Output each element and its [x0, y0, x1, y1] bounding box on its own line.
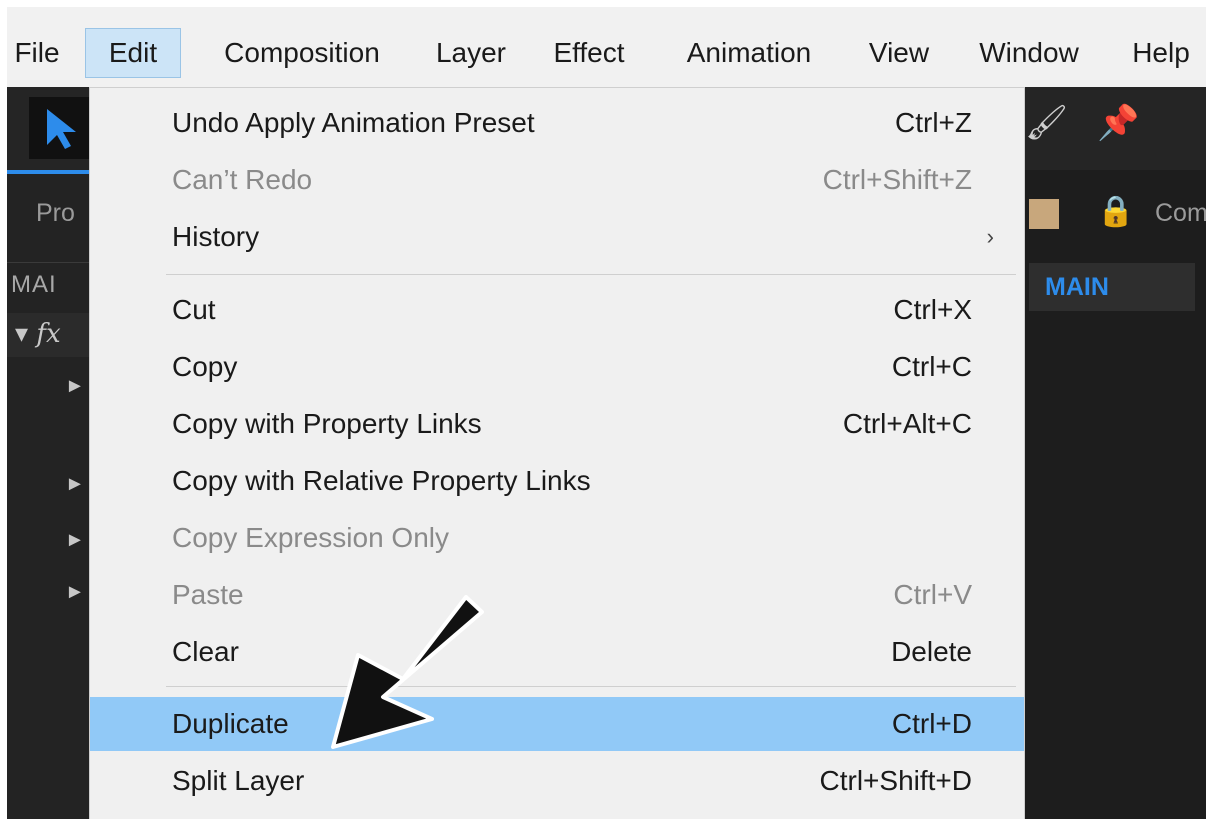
- menu-item-copy-expression-only: Copy Expression Only: [90, 511, 1024, 565]
- shortcut-text: Ctrl+X: [893, 294, 972, 325]
- menu-item-label: Copy with Relative Property Links: [172, 465, 591, 496]
- menu-item-paste: Paste Ctrl+V: [90, 568, 1024, 622]
- shortcut-text: Ctrl+V: [893, 579, 972, 610]
- menu-composition[interactable]: Composition: [191, 28, 413, 78]
- menu-item-label: History: [172, 221, 260, 252]
- menu-item-redo: Can’t Redo Ctrl+Shift+Z: [90, 153, 1024, 207]
- menu-layer[interactable]: Layer: [419, 28, 523, 78]
- menu-help[interactable]: Help: [1113, 28, 1206, 78]
- menu-item-label: Split Layer: [172, 765, 305, 796]
- tab-main-label: MAIN: [1045, 273, 1109, 301]
- shortcut-text: Ctrl+Z: [895, 107, 972, 138]
- app-window: File Edit Composition Layer Effect Anima…: [7, 7, 1206, 819]
- menu-edit[interactable]: Edit: [85, 28, 181, 78]
- menu-item-undo[interactable]: Undo Apply Animation Preset Ctrl+Z: [90, 96, 1024, 150]
- panel-tab-indicator: [7, 170, 97, 174]
- tab-project[interactable]: Pro: [36, 199, 75, 228]
- menu-item-split-layer[interactable]: Split Layer Ctrl+Shift+D: [90, 754, 1024, 808]
- shortcut-text: Ctrl+Shift+Z: [822, 164, 972, 195]
- menu-effect[interactable]: Effect: [531, 28, 647, 78]
- expand-triangle-icon[interactable]: ►: [65, 375, 85, 398]
- menu-item-history[interactable]: History ›: [90, 210, 1024, 264]
- menu-item-copy-property-links[interactable]: Copy with Property Links Ctrl+Alt+C: [90, 397, 1024, 451]
- shortcut-text: Ctrl+C: [891, 351, 972, 382]
- menu-item-label: Undo Apply Animation Preset: [172, 107, 535, 138]
- menu-item-label: Copy Expression Only: [172, 522, 450, 553]
- chevron-right-icon: ›: [986, 224, 994, 249]
- shortcut-text: Delete: [891, 636, 972, 667]
- menu-item-cut[interactable]: Cut Ctrl+X: [90, 283, 1024, 337]
- menu-separator: [166, 274, 1016, 275]
- menu-view[interactable]: View: [849, 28, 949, 78]
- composition-name-left: MAI: [11, 271, 57, 298]
- menu-item-copy-relative-property-links[interactable]: Copy with Relative Property Links: [90, 454, 1024, 508]
- shortcut-text: Ctrl+Alt+C: [842, 408, 972, 439]
- menu-separator: [166, 686, 1016, 687]
- divider: [7, 262, 97, 263]
- selection-arrow-icon: [47, 109, 76, 149]
- shortcut-text: Ctrl+Shift+D: [819, 765, 973, 796]
- menu-item-clear[interactable]: Clear Delete: [90, 625, 1024, 679]
- puppet-pin-icon[interactable]: 📌: [1097, 103, 1139, 143]
- menu-item-label: Paste: [172, 579, 244, 610]
- fx-row[interactable]: ▾ fx: [15, 319, 61, 349]
- color-swatch: [1029, 199, 1059, 229]
- expand-triangle-icon[interactable]: ►: [65, 473, 85, 496]
- expand-triangle-icon[interactable]: ►: [65, 581, 85, 604]
- menu-item-label: Duplicate: [172, 708, 289, 739]
- menu-item-label: Cut: [172, 294, 216, 325]
- menu-window[interactable]: Window: [955, 28, 1103, 78]
- menu-item-duplicate[interactable]: Duplicate Ctrl+D: [90, 697, 1024, 751]
- menu-item-copy[interactable]: Copy Ctrl+C: [90, 340, 1024, 394]
- menu-file[interactable]: File: [7, 28, 67, 78]
- expand-triangle-icon[interactable]: ►: [65, 529, 85, 552]
- brush-icon[interactable]: 🖌: [1025, 103, 1068, 143]
- selection-tool[interactable]: [29, 97, 93, 159]
- edit-menu-dropdown: Undo Apply Animation Preset Ctrl+Z Can’t…: [89, 87, 1025, 819]
- menu-item-label: Copy: [172, 351, 238, 382]
- composition-label: Com: [1155, 199, 1206, 227]
- menu-animation[interactable]: Animation: [655, 28, 843, 78]
- menu-bar: File Edit Composition Layer Effect Anima…: [7, 7, 1206, 88]
- menu-item-label: Clear: [172, 636, 239, 667]
- menu-item-label: Copy with Property Links: [172, 408, 482, 439]
- shortcut-text: Ctrl+D: [891, 708, 972, 739]
- menu-item-label: Can’t Redo: [172, 164, 313, 195]
- lock-icon[interactable]: 🔒: [1097, 194, 1134, 229]
